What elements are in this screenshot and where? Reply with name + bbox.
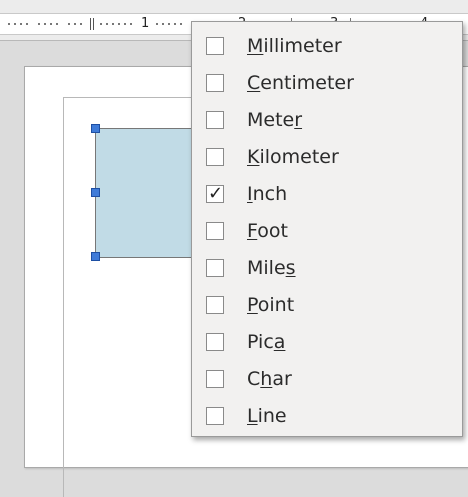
- ruler-dot: [118, 23, 120, 25]
- menu-item-miles[interactable]: Miles: [192, 251, 462, 285]
- unit-checkbox: [206, 296, 224, 314]
- menu-item-inch[interactable]: ✓ Inch: [192, 177, 462, 211]
- unit-checkbox: [206, 111, 224, 129]
- ruler-dot: [130, 23, 132, 25]
- resize-handle-top-left[interactable]: [91, 124, 100, 133]
- menu-item-millimeter[interactable]: Millimeter: [192, 29, 462, 63]
- menu-item-label: Foot: [247, 220, 288, 242]
- unit-checkbox: [206, 333, 224, 351]
- menu-item-label: Pica: [247, 331, 286, 353]
- ruler-dot: [74, 23, 76, 25]
- menu-item-label: Miles: [247, 257, 296, 279]
- ruler-dot: [180, 23, 182, 25]
- menu-item-label: Line: [247, 405, 287, 427]
- unit-checkbox: [206, 222, 224, 240]
- checkmark-icon: ✓: [208, 183, 224, 204]
- ruler-dot: [112, 23, 114, 25]
- unit-checkbox: [206, 259, 224, 277]
- unit-checkbox-checked: ✓: [206, 183, 224, 204]
- page-margin-left: [63, 97, 64, 497]
- ruler-dot: [124, 23, 126, 25]
- ruler-dot: [20, 23, 22, 25]
- menu-item-label: Inch: [247, 183, 288, 205]
- ruler-dot: [174, 23, 176, 25]
- menu-item-line[interactable]: Line: [192, 399, 462, 433]
- ruler-dot: [44, 23, 46, 25]
- ruler-dot: [106, 23, 108, 25]
- ruler-dot: [26, 23, 28, 25]
- ruler-dot: [168, 23, 170, 25]
- measurement-unit-menu: Millimeter Centimeter Meter Kilometer ✓ …: [191, 21, 463, 437]
- menu-item-kilometer[interactable]: Kilometer: [192, 140, 462, 174]
- unit-checkbox: [206, 148, 224, 166]
- resize-handle-bottom-left[interactable]: [91, 252, 100, 261]
- menu-item-meter[interactable]: Meter: [192, 103, 462, 137]
- unit-checkbox: [206, 407, 224, 425]
- menu-item-char[interactable]: Char: [192, 362, 462, 396]
- menu-item-label: Char: [247, 368, 292, 390]
- ruler-dot: [100, 23, 102, 25]
- menu-item-centimeter[interactable]: Centimeter: [192, 66, 462, 100]
- menu-item-point[interactable]: Point: [192, 288, 462, 322]
- ruler-dot: [8, 23, 10, 25]
- ruler-dot: [14, 23, 16, 25]
- ruler-dot: [50, 23, 52, 25]
- menu-item-label: Kilometer: [247, 146, 339, 168]
- menu-item-foot[interactable]: Foot: [192, 214, 462, 248]
- ruler-dot: [68, 23, 70, 25]
- ruler-dot: [56, 23, 58, 25]
- resize-handle-middle-left[interactable]: [91, 188, 100, 197]
- ruler-dot: [156, 23, 158, 25]
- menu-item-label: Meter: [247, 109, 303, 131]
- menu-item-label: Point: [247, 294, 295, 316]
- ruler-dot: [80, 23, 82, 25]
- unit-checkbox: [206, 74, 224, 92]
- ruler-label: 1: [141, 16, 150, 31]
- menu-item-pica[interactable]: Pica: [192, 325, 462, 359]
- ruler-margin-marker[interactable]: [93, 18, 94, 30]
- menu-item-label: Centimeter: [247, 72, 354, 94]
- menu-item-label: Millimeter: [247, 35, 342, 57]
- ruler-dot: [162, 23, 164, 25]
- unit-checkbox: [206, 370, 224, 388]
- ruler-margin-marker[interactable]: [90, 18, 91, 30]
- unit-checkbox: [206, 37, 224, 55]
- ruler-dot: [38, 23, 40, 25]
